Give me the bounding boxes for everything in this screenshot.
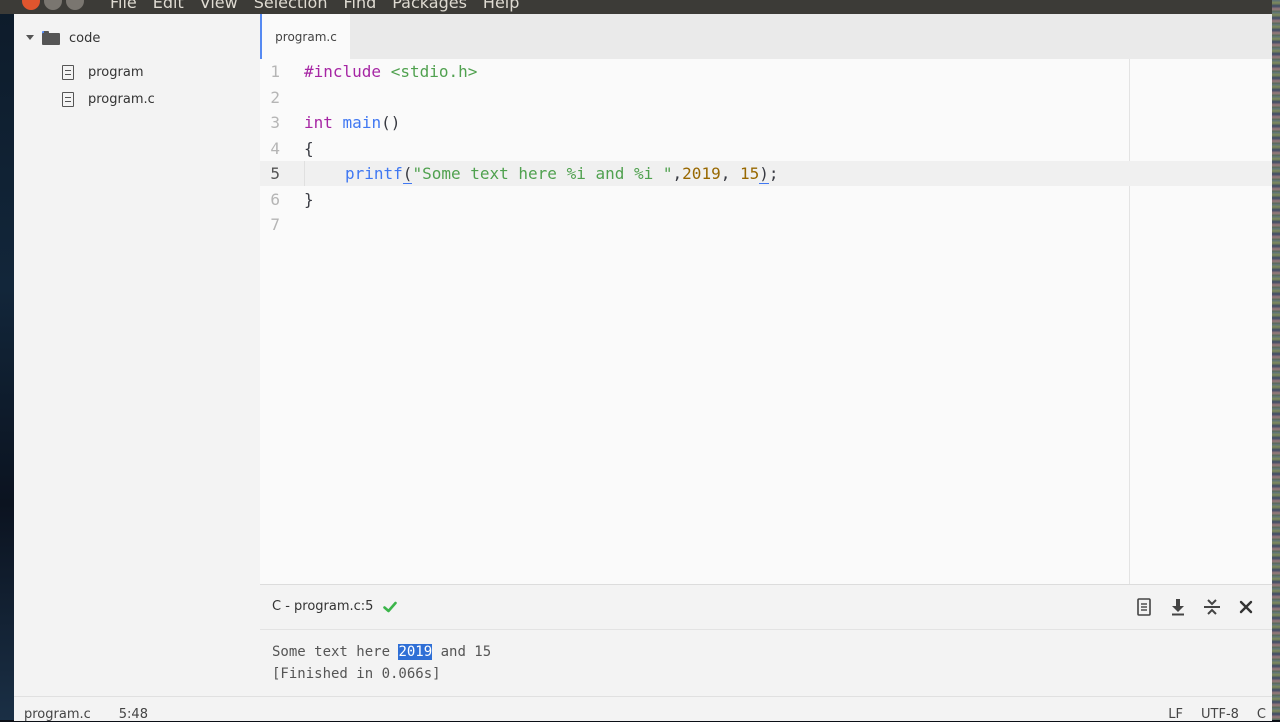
line-number: 7: [270, 215, 280, 234]
window-minimize-button[interactable]: [44, 0, 62, 10]
desktop-background: [1272, 0, 1280, 720]
code-line-7: 7: [260, 212, 1272, 237]
line-number: 5: [270, 164, 280, 183]
desktop-background: [0, 0, 14, 720]
line-number: 1: [270, 62, 280, 81]
code-line-5: 5 printf("Some text here %i and %i ",201…: [260, 161, 1272, 186]
output-finished-text: [Finished in 0.066s]: [272, 666, 441, 682]
tab-bar: program.c: [260, 14, 1272, 60]
output-text: and 15: [432, 644, 492, 660]
file-text-icon: [62, 64, 74, 80]
tree-file-program-c[interactable]: program.c: [62, 89, 155, 109]
tree-root-folder[interactable]: code: [22, 28, 100, 48]
code-editor[interactable]: 1 #include <stdio.h> 2 3 int main() 4 { …: [260, 59, 1272, 584]
menu-help[interactable]: Help: [483, 0, 519, 12]
menu-items: File Edit View Selection Find Packages H…: [110, 0, 535, 12]
tree-root-label: code: [69, 30, 101, 46]
window-maximize-button[interactable]: [66, 0, 84, 10]
code-text: #include <stdio.h>: [304, 62, 478, 81]
tree-file-label: program: [88, 64, 144, 80]
tree-view: code program program.c: [14, 14, 261, 696]
chevron-down-icon[interactable]: [22, 30, 38, 46]
tree-file-program[interactable]: program: [62, 62, 144, 82]
script-output-panel: C - program.c:5 Some text here 2019 and …: [260, 584, 1272, 697]
code-line-2: 2: [260, 85, 1272, 110]
window-controls: [22, 0, 84, 10]
panel-title-text: C - program.c:5: [272, 599, 374, 614]
editor-window: code program program.c program.c 1 #incl…: [14, 14, 1272, 722]
code-line-4: 4 {: [260, 136, 1272, 161]
window-close-button[interactable]: [22, 0, 40, 10]
panel-toolbar: [1134, 597, 1256, 617]
output-text: Some text here: [272, 644, 399, 660]
status-bar: program.c 5:48 LF UTF-8 C: [14, 696, 1272, 722]
panel-header: C - program.c:5: [260, 585, 1272, 630]
folder-icon: [42, 31, 60, 45]
download-icon[interactable]: [1168, 597, 1188, 617]
menu-edit[interactable]: Edit: [153, 0, 184, 12]
tab-title: program.c: [275, 29, 337, 44]
close-icon[interactable]: [1236, 597, 1256, 617]
script-output[interactable]: Some text here 2019 and 15 [Finished in …: [272, 641, 491, 685]
settings-icon[interactable]: [1202, 597, 1222, 617]
panel-title: C - program.c:5: [272, 599, 398, 614]
menu-file[interactable]: File: [110, 0, 137, 12]
file-text-icon: [62, 91, 74, 107]
indent-guide: [304, 161, 305, 186]
editor-pane: program.c 1 #include <stdio.h> 2 3 int m…: [260, 14, 1272, 584]
code-text: int main(): [304, 113, 401, 132]
code-text: {: [304, 138, 314, 158]
check-icon: [383, 600, 398, 614]
line-number: 4: [270, 138, 280, 158]
output-selected-text: 2019: [398, 644, 433, 660]
line-number: 3: [270, 113, 280, 132]
line-number: 2: [270, 87, 280, 107]
code-line-3: 3 int main(): [260, 110, 1272, 135]
menu-packages[interactable]: Packages: [392, 0, 467, 12]
code-line-6: 6 }: [260, 187, 1272, 212]
menu-view[interactable]: View: [200, 0, 238, 12]
line-number: 6: [270, 189, 280, 209]
code-text: }: [304, 189, 314, 209]
code-text: printf("Some text here %i and %i ",2019,…: [345, 164, 779, 184]
code-line-1: 1 #include <stdio.h>: [260, 59, 1272, 84]
menu-bar: File Edit View Selection Find Packages H…: [0, 0, 1280, 14]
tab-program-c[interactable]: program.c: [260, 14, 350, 59]
menu-find[interactable]: Find: [343, 0, 376, 12]
tree-file-label: program.c: [88, 91, 155, 107]
menu-selection[interactable]: Selection: [254, 0, 328, 12]
copy-output-icon[interactable]: [1134, 597, 1154, 617]
